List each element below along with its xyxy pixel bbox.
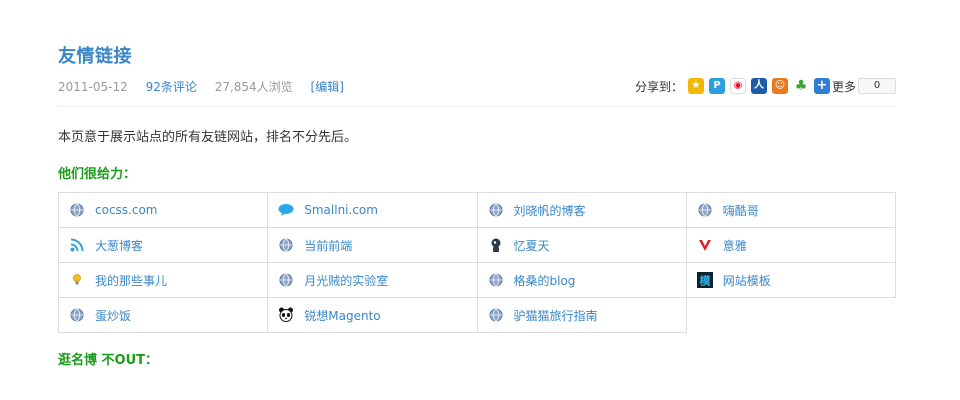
friend-link[interactable]: 嗨酷哥 <box>723 202 759 219</box>
svg-text:模: 模 <box>699 274 711 288</box>
section-heading-giving: 他们很给力： <box>58 167 137 182</box>
link-cell: 驴猫猫旅行指南 <box>476 297 687 333</box>
share-count: 0 <box>858 78 896 94</box>
friend-link[interactable]: 驴猫猫旅行指南 <box>514 307 598 324</box>
bulb-icon <box>69 272 85 288</box>
friend-link[interactable]: cocss.com <box>95 203 157 217</box>
empty-cell <box>686 297 896 333</box>
person-icon <box>488 237 504 253</box>
link-item[interactable]: 大葱博客 <box>69 237 267 254</box>
link-item[interactable]: 格桑的blog <box>488 272 686 289</box>
link-item[interactable]: 锐想Magento <box>278 307 476 324</box>
link-item[interactable]: 月光贼的实验室 <box>278 272 476 289</box>
link-cell: cocss.com <box>57 192 269 228</box>
edit-link[interactable]: [编辑] <box>311 80 344 94</box>
link-cell: 忆夏天 <box>476 227 687 263</box>
share-label: 分享到： <box>634 79 683 94</box>
link-item[interactable]: 我的那些事儿 <box>69 272 267 289</box>
links-row: cocss.com Smallni.com 刘晓帆的博客 嗨酷哥 <box>57 192 897 228</box>
friend-link[interactable]: 蛋炒饭 <box>95 307 131 324</box>
globe-icon <box>278 237 294 253</box>
globe-icon <box>488 307 504 323</box>
link-cell: 刘晓帆的博客 <box>476 192 687 228</box>
friend-link[interactable]: 月光贼的实验室 <box>304 272 388 289</box>
link-item[interactable]: 忆夏天 <box>488 237 686 254</box>
link-cell: 大葱博客 <box>57 227 269 263</box>
globe-icon <box>488 272 504 288</box>
globe-icon <box>69 202 85 218</box>
friend-link[interactable]: Smallni.com <box>304 203 378 217</box>
post-meta: 2011-05-12 92条评论 27,854人浏览 [编辑] <box>58 78 358 95</box>
links-table: cocss.com Smallni.com 刘晓帆的博客 嗨酷哥大葱博客 当前前端 忆夏天… <box>57 192 897 333</box>
speech-bubble-icon <box>278 202 294 218</box>
link-cell: 模网站模板 <box>685 262 897 298</box>
link-item[interactable]: 当前前端 <box>278 237 476 254</box>
panda-icon <box>278 307 294 323</box>
links-row: 大葱博客 当前前端 忆夏天 意雅 <box>57 227 897 263</box>
friend-link[interactable]: 锐想Magento <box>304 307 380 324</box>
plus-icon[interactable]: + <box>813 78 830 94</box>
view-count: 27,854人浏览 <box>214 80 293 94</box>
link-cell: 嗨酷哥 <box>685 192 897 228</box>
friend-link[interactable]: 忆夏天 <box>514 237 550 254</box>
link-cell: 锐想Magento <box>267 297 478 333</box>
kaixin-icon[interactable]: ☺ <box>771 78 788 94</box>
share-more-link[interactable]: 更多 <box>832 78 856 95</box>
globe-icon <box>488 202 504 218</box>
friend-link[interactable]: 意雅 <box>723 237 747 254</box>
link-cell: 蛋炒饭 <box>57 297 269 333</box>
link-cell: 我的那些事儿 <box>57 262 269 298</box>
pengyou-icon[interactable]: P <box>708 78 725 94</box>
clover-icon[interactable]: ♣ <box>792 78 809 94</box>
globe-icon <box>69 307 85 323</box>
link-item[interactable]: 刘晓帆的博客 <box>488 202 686 219</box>
friend-link[interactable]: 当前前端 <box>304 237 352 254</box>
link-cell: 格桑的blog <box>476 262 687 298</box>
divider <box>58 106 896 107</box>
links-row: 我的那些事儿 月光贼的实验室 格桑的blog 模网站模板 <box>57 262 897 298</box>
globe-icon <box>697 202 713 218</box>
link-cell: 意雅 <box>685 227 897 263</box>
link-cell: 月光贼的实验室 <box>267 262 478 298</box>
mo-icon: 模 <box>696 272 713 288</box>
friend-link[interactable]: 格桑的blog <box>514 272 576 289</box>
friend-link[interactable]: 我的那些事儿 <box>95 272 167 289</box>
section-heading-anonymous: 逛名博 不OUT： <box>58 353 159 368</box>
qzone-icon[interactable]: ★ <box>687 78 704 94</box>
rss-icon <box>69 237 85 253</box>
link-cell: Smallni.com <box>267 192 478 228</box>
link-cell: 当前前端 <box>267 227 478 263</box>
link-item[interactable]: 蛋炒饭 <box>69 307 267 324</box>
post-date: 2011-05-12 <box>58 80 128 94</box>
friend-link[interactable]: 网站模板 <box>723 272 771 289</box>
friend-link[interactable]: 刘晓帆的博客 <box>514 202 586 219</box>
friend-link[interactable]: 大葱博客 <box>95 237 143 254</box>
links-row: 蛋炒饭 锐想Magento 驴猫猫旅行指南 <box>57 297 896 333</box>
page-title: 友情链接 <box>58 46 132 67</box>
renren-icon[interactable]: 人 <box>750 78 767 94</box>
link-item[interactable]: Smallni.com <box>278 202 476 218</box>
weibo-icon[interactable]: ◉ <box>729 78 746 94</box>
link-item[interactable]: 嗨酷哥 <box>697 202 895 219</box>
intro-text: 本页意于展示站点的所有友链网站，排名不分先后。 <box>58 130 358 145</box>
link-item[interactable]: 驴猫猫旅行指南 <box>488 307 686 324</box>
logo-y-icon <box>697 237 713 253</box>
comments-link[interactable]: 92条评论 <box>146 80 197 94</box>
share-bar: 分享到： ★ P ◉ 人 ☺ ♣ + 更多 0 <box>635 77 896 95</box>
link-item[interactable]: 模网站模板 <box>696 272 895 289</box>
link-item[interactable]: 意雅 <box>697 237 895 254</box>
globe-icon <box>278 272 294 288</box>
link-item[interactable]: cocss.com <box>69 202 267 218</box>
